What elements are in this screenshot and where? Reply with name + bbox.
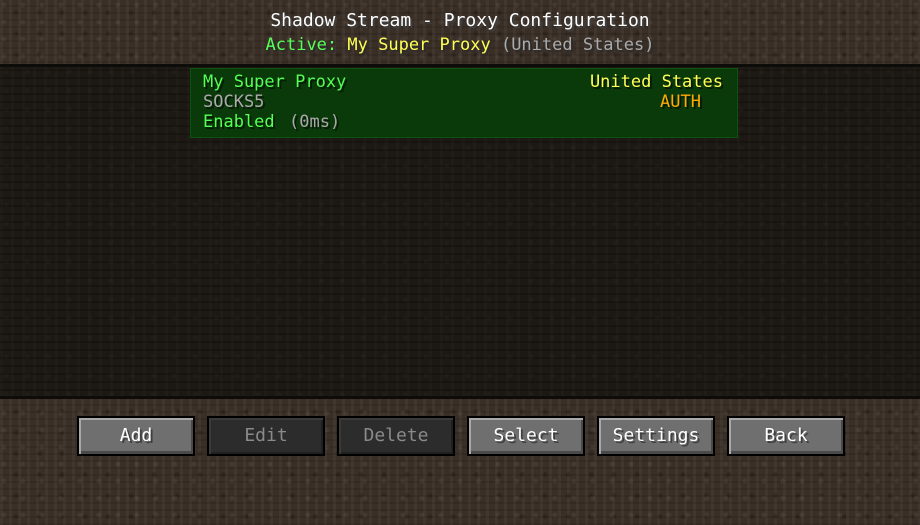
proxy-auth-badge: AUTH <box>660 92 701 112</box>
proxy-name: My Super Proxy <box>203 72 347 92</box>
proxy-type: SOCKS5 <box>203 92 265 112</box>
delete-button: Delete <box>337 416 455 456</box>
proxy-country: United States <box>589 72 723 92</box>
add-button[interactable]: Add <box>77 416 195 456</box>
screen-header: Shadow Stream - Proxy Configuration Acti… <box>0 0 920 64</box>
back-button[interactable]: Back <box>727 416 845 456</box>
active-proxy-name: My Super Proxy <box>347 35 491 55</box>
active-proxy-line: Active: My Super Proxy (United States) <box>0 34 920 56</box>
edit-button: Edit <box>207 416 325 456</box>
select-button[interactable]: Select <box>467 416 585 456</box>
proxy-status: Enabled <box>203 112 275 132</box>
screen-title: Shadow Stream - Proxy Configuration <box>270 10 650 31</box>
active-proxy-country: (United States) <box>500 35 655 55</box>
proxy-list-entry[interactable]: My Super Proxy United States SOCKS5 AUTH… <box>190 68 738 138</box>
active-label: Active: <box>265 35 338 55</box>
settings-button[interactable]: Settings <box>597 416 715 456</box>
proxy-ping: (0ms) <box>289 112 341 132</box>
